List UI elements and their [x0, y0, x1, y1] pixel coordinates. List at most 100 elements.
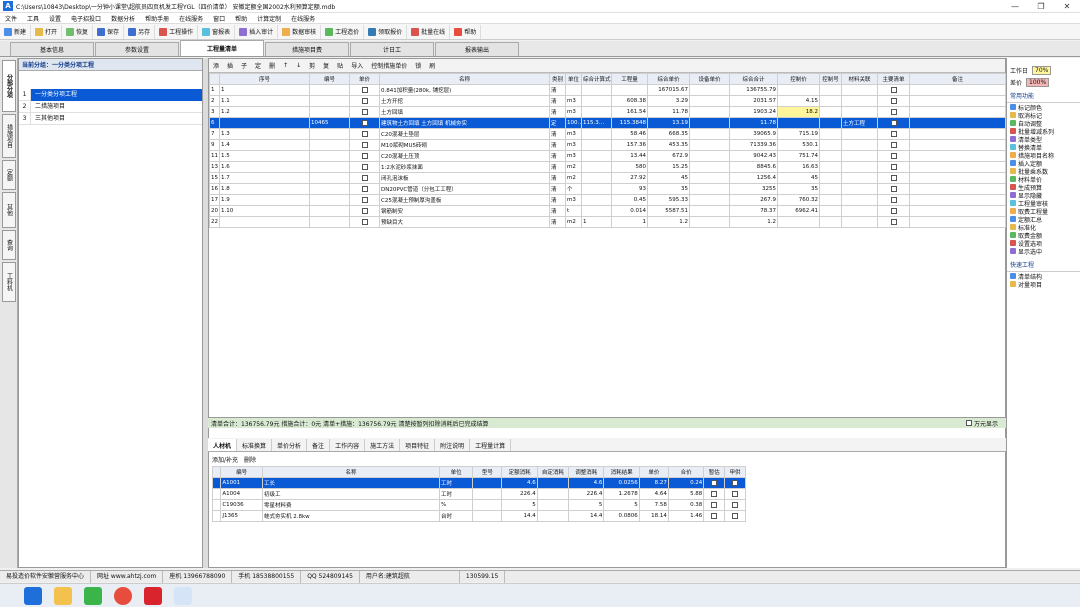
cell-qty[interactable]: 580	[611, 161, 648, 173]
cell-price[interactable]: 7.58	[638, 499, 669, 511]
cell-unit[interactable]: 工时	[438, 488, 474, 500]
cell[interactable]	[819, 205, 842, 217]
menu-online-service[interactable]: 在线服务	[174, 14, 208, 23]
cell-seq[interactable]: 1.5	[219, 150, 310, 162]
open-button[interactable]: 打开	[31, 24, 63, 39]
cell-qty[interactable]: 115.3848	[611, 117, 648, 129]
cell-code[interactable]	[309, 183, 350, 195]
column-header[interactable]: 综合计算式	[581, 73, 612, 85]
cell-unit[interactable]: m2	[565, 216, 582, 228]
cell-total[interactable]: 78.37	[729, 205, 778, 217]
chrome-icon[interactable]	[114, 586, 132, 605]
cell-name[interactable]: 0.841加积量(280k, 铺挖层)	[379, 84, 550, 96]
checkbox-icon[interactable]	[361, 152, 368, 159]
cell-rel[interactable]	[841, 84, 878, 96]
checkbox-icon[interactable]	[890, 185, 897, 192]
cell-code[interactable]	[309, 106, 350, 118]
column-header[interactable]: 备注	[909, 73, 1006, 85]
cell[interactable]	[909, 194, 1006, 206]
cell-name[interactable]: 工长	[261, 477, 440, 489]
cell-rel[interactable]	[841, 161, 878, 173]
row-checkbox[interactable]	[877, 128, 910, 140]
cell-name[interactable]: 土方开挖	[379, 95, 550, 107]
row-checkbox[interactable]	[877, 172, 910, 184]
checkbox-icon[interactable]	[711, 479, 718, 486]
cell-base[interactable]: 4.6	[501, 477, 538, 489]
row-checkbox[interactable]	[877, 139, 910, 151]
cell-code[interactable]	[309, 84, 350, 96]
cell-id[interactable]: 20	[209, 205, 220, 217]
row-checkbox[interactable]	[877, 117, 910, 129]
cell[interactable]	[909, 172, 1006, 184]
cell-total[interactable]: 1903.24	[729, 106, 778, 118]
table-row[interactable]: 16 1.8 DN20PVC管道（分包工工程）清个 93 35 3255 35	[209, 183, 1006, 195]
btab-quantity-calc[interactable]: 工程量计算	[470, 439, 512, 451]
cell[interactable]	[909, 139, 1006, 151]
row-checkbox[interactable]	[877, 161, 910, 173]
cell-name[interactable]: 建筑物土方回填 土方回填 机械夯实	[379, 117, 550, 129]
cell-rel[interactable]	[841, 150, 878, 162]
cell[interactable]	[909, 183, 1006, 195]
control-price-button[interactable]: 控制措施单价	[367, 61, 411, 70]
checkbox-icon[interactable]	[361, 86, 368, 93]
cell-qty[interactable]: 58.46	[611, 128, 648, 140]
cell-self[interactable]	[536, 510, 570, 522]
cell-price[interactable]: 3.29	[647, 95, 690, 107]
column-header[interactable]: 调整消耗	[567, 466, 605, 478]
cell-cat[interactable]: 清	[549, 128, 566, 140]
cell-res[interactable]: 5	[603, 499, 640, 511]
cell-id[interactable]: 17	[209, 194, 220, 206]
cell-res[interactable]: 1.2678	[603, 488, 640, 500]
column-header[interactable]: 定额消耗	[501, 466, 538, 478]
menu-window[interactable]: 窗口	[208, 14, 230, 23]
column-header[interactable]: 编号	[309, 73, 350, 85]
resource-row[interactable]: J1365 蛙式夯实机 2.8kw 台时 14.4 14.4 0.0806 18.14 1.4…	[211, 510, 746, 522]
checkbox-icon[interactable]	[890, 86, 897, 93]
cell-cat[interactable]: 清	[549, 205, 566, 217]
cell-code[interactable]	[309, 172, 350, 184]
cell-model[interactable]	[472, 510, 503, 522]
cell-rel[interactable]	[841, 183, 878, 195]
menu-custom[interactable]: 计算定制	[252, 14, 286, 23]
cell-formula[interactable]	[581, 194, 612, 206]
delete-resource-button[interactable]: 删除	[244, 455, 256, 464]
cell[interactable]	[819, 128, 842, 140]
cell-rel[interactable]	[841, 128, 878, 140]
cell-name[interactable]: C25混凝土预制厚沟盖板	[379, 194, 550, 206]
cell-cat[interactable]: 清	[549, 161, 566, 173]
cell-seq[interactable]: 1.10	[219, 205, 310, 217]
cell-seq[interactable]	[219, 216, 310, 228]
column-header[interactable]: 材料关联	[841, 73, 878, 85]
checkbox-icon[interactable]	[711, 490, 718, 497]
checkbox-icon[interactable]	[361, 207, 368, 214]
cell-cat[interactable]: 清	[549, 150, 566, 162]
cell-unit[interactable]: m3	[565, 150, 582, 162]
delete-button[interactable]: 删	[265, 61, 279, 70]
cell-price[interactable]: 18.14	[638, 510, 669, 522]
cell-code[interactable]	[309, 194, 350, 206]
cell-price[interactable]: 672.9	[647, 150, 690, 162]
cell-total[interactable]: 267.9	[729, 194, 778, 206]
cell-code[interactable]	[309, 161, 350, 173]
cell-rel[interactable]: 土方工程	[841, 117, 878, 129]
checkbox-icon[interactable]	[890, 119, 897, 126]
cell-base[interactable]: 5	[501, 499, 538, 511]
cell-price[interactable]: 167015.67	[647, 84, 690, 96]
cell-price[interactable]: 13.19	[647, 117, 690, 129]
cell-unit[interactable]: %	[438, 499, 474, 511]
column-header[interactable]: 编号	[220, 466, 263, 478]
resource-checkbox[interactable]	[703, 477, 726, 489]
cell-equip[interactable]	[689, 117, 730, 129]
cell[interactable]	[819, 95, 842, 107]
row-checkbox[interactable]	[349, 128, 380, 140]
row-checkbox[interactable]	[349, 84, 380, 96]
cell-qty[interactable]: 161.54	[611, 106, 648, 118]
cell-rel[interactable]	[841, 205, 878, 217]
tab-bill-of-quantities[interactable]: 工程量清单	[180, 40, 264, 56]
cell-ctrl[interactable]: 6962.41	[777, 205, 820, 217]
cell-code[interactable]: A1001	[220, 477, 263, 489]
windows-start-icon[interactable]	[24, 586, 42, 605]
cell-res[interactable]: 0.0806	[603, 510, 640, 522]
cell-ctrl[interactable]	[777, 117, 820, 129]
cell-total[interactable]: 0.38	[667, 499, 705, 511]
